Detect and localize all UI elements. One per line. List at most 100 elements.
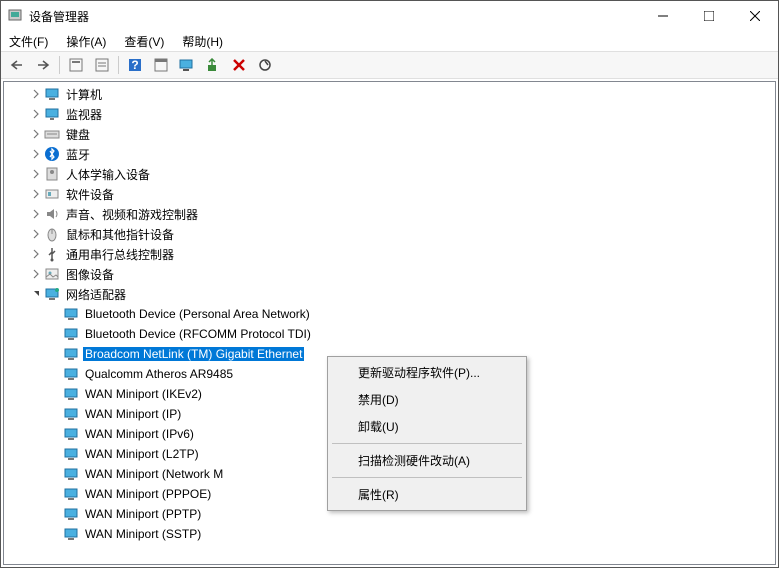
chevron-right-icon[interactable]: [29, 87, 43, 101]
keyboard-icon: [44, 126, 60, 142]
window-controls: [640, 1, 778, 31]
expander-blank: [48, 527, 62, 541]
menu-action[interactable]: 操作(A): [62, 31, 110, 52]
chevron-right-icon[interactable]: [29, 227, 43, 241]
category-label: 键盘: [64, 126, 92, 143]
ctx-uninstall[interactable]: 卸载(U): [330, 413, 524, 440]
chevron-right-icon[interactable]: [29, 107, 43, 121]
device-label: Bluetooth Device (Personal Area Network): [83, 307, 312, 321]
expander-blank: [48, 347, 62, 361]
chevron-right-icon[interactable]: [29, 147, 43, 161]
context-menu: 更新驱动程序软件(P)... 禁用(D) 卸载(U) 扫描检测硬件改动(A) 属…: [327, 356, 527, 511]
category-label: 计算机: [64, 86, 104, 103]
software-icon: [44, 186, 60, 202]
network-adapter-icon: [63, 446, 79, 462]
minimize-button[interactable]: [640, 1, 686, 31]
show-console-button[interactable]: [64, 54, 88, 76]
usb-icon: [44, 246, 60, 262]
expander-blank: [48, 427, 62, 441]
chevron-right-icon[interactable]: [29, 187, 43, 201]
menu-file[interactable]: 文件(F): [5, 31, 52, 52]
tree-category[interactable]: 人体学输入设备: [4, 164, 775, 184]
network-adapter-icon: [63, 506, 79, 522]
network-adapter-icon: [63, 366, 79, 382]
chevron-right-icon[interactable]: [29, 207, 43, 221]
app-icon: [7, 8, 23, 24]
category-label: 人体学输入设备: [64, 166, 152, 183]
toolbar: ?: [1, 51, 778, 79]
properties-button[interactable]: [90, 54, 114, 76]
view-button[interactable]: [149, 54, 173, 76]
tree-category[interactable]: 键盘: [4, 124, 775, 144]
device-label: Bluetooth Device (RFCOMM Protocol TDI): [83, 327, 313, 341]
menu-view[interactable]: 查看(V): [120, 31, 168, 52]
tree-category[interactable]: 监视器: [4, 104, 775, 124]
network-adapter-icon: [63, 426, 79, 442]
window-title: 设备管理器: [29, 8, 640, 25]
category-label: 网络适配器: [64, 286, 128, 303]
maximize-button[interactable]: [686, 1, 732, 31]
network-adapter-icon: [63, 526, 79, 542]
hid-icon: [44, 166, 60, 182]
device-label: WAN Miniport (SSTP): [83, 527, 203, 541]
device-label: Broadcom NetLink (TM) Gigabit Ethernet: [83, 347, 304, 361]
category-label: 通用串行总线控制器: [64, 246, 176, 263]
tree-category[interactable]: 计算机: [4, 84, 775, 104]
tree-category[interactable]: 鼠标和其他指针设备: [4, 224, 775, 244]
ctx-disable[interactable]: 禁用(D): [330, 386, 524, 413]
network-adapter-icon: [63, 346, 79, 362]
chevron-down-icon[interactable]: [29, 287, 43, 301]
network-adapter-icon: [63, 406, 79, 422]
close-button[interactable]: [732, 1, 778, 31]
chevron-right-icon[interactable]: [29, 247, 43, 261]
tree-category-network[interactable]: 网络适配器: [4, 284, 775, 304]
expander-blank: [48, 307, 62, 321]
expander-blank: [48, 487, 62, 501]
network-adapter-icon: [63, 306, 79, 322]
network-adapter-icon: [63, 386, 79, 402]
bluetooth-icon: [44, 146, 60, 162]
tree-device[interactable]: Bluetooth Device (Personal Area Network): [4, 304, 775, 324]
tree-category[interactable]: 声音、视频和游戏控制器: [4, 204, 775, 224]
category-label: 蓝牙: [64, 146, 92, 163]
scan-hardware-button[interactable]: [175, 54, 199, 76]
image-icon: [44, 266, 60, 282]
tree-category[interactable]: 蓝牙: [4, 144, 775, 164]
ctx-separator: [332, 443, 522, 444]
sound-icon: [44, 206, 60, 222]
toolbar-separator: [59, 56, 60, 74]
chevron-right-icon[interactable]: [29, 267, 43, 281]
tree-category[interactable]: 图像设备: [4, 264, 775, 284]
device-label: WAN Miniport (Network M: [83, 467, 225, 481]
ctx-update-driver[interactable]: 更新驱动程序软件(P)...: [330, 359, 524, 386]
disable-button[interactable]: [253, 54, 277, 76]
expander-blank: [48, 507, 62, 521]
expander-blank: [48, 467, 62, 481]
ctx-scan-hardware[interactable]: 扫描检测硬件改动(A): [330, 447, 524, 474]
chevron-right-icon[interactable]: [29, 167, 43, 181]
network-adapter-icon: [63, 466, 79, 482]
update-driver-button[interactable]: [201, 54, 225, 76]
toolbar-separator: [118, 56, 119, 74]
device-label: WAN Miniport (PPPOE): [83, 487, 213, 501]
device-label: WAN Miniport (IPv6): [83, 427, 196, 441]
ctx-separator: [332, 477, 522, 478]
expander-blank: [48, 367, 62, 381]
category-label: 声音、视频和游戏控制器: [64, 206, 200, 223]
nav-forward-button[interactable]: [31, 54, 55, 76]
tree-device[interactable]: Bluetooth Device (RFCOMM Protocol TDI): [4, 324, 775, 344]
help-button[interactable]: ?: [123, 54, 147, 76]
expander-blank: [48, 447, 62, 461]
nav-back-button[interactable]: [5, 54, 29, 76]
ctx-properties[interactable]: 属性(R): [330, 481, 524, 508]
expander-blank: [48, 327, 62, 341]
tree-device[interactable]: WAN Miniport (SSTP): [4, 524, 775, 544]
category-label: 鼠标和其他指针设备: [64, 226, 176, 243]
chevron-right-icon[interactable]: [29, 127, 43, 141]
menu-help[interactable]: 帮助(H): [178, 31, 227, 52]
uninstall-button[interactable]: [227, 54, 251, 76]
svg-text:?: ?: [131, 58, 138, 72]
tree-category[interactable]: 通用串行总线控制器: [4, 244, 775, 264]
tree-category[interactable]: 软件设备: [4, 184, 775, 204]
computer-icon: [44, 86, 60, 102]
